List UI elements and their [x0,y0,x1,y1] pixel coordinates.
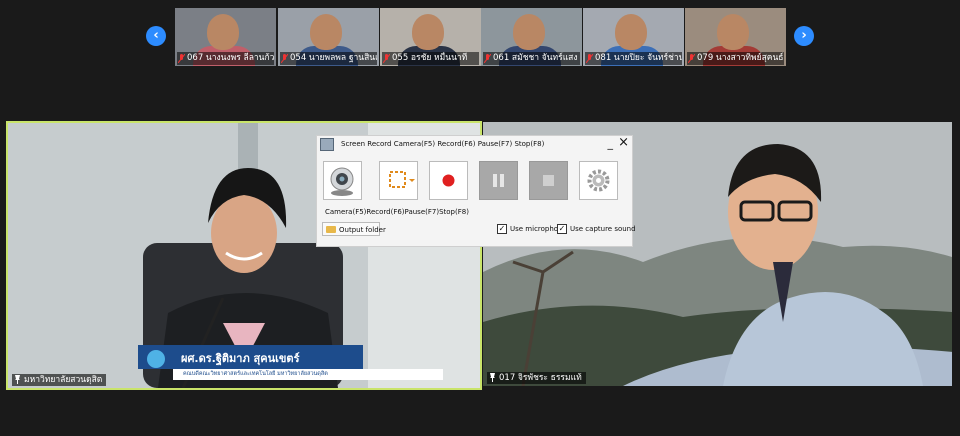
output-folder-button[interactable]: Output folder [322,222,386,236]
stop-button[interactable] [529,161,568,200]
muted-mic-icon [281,54,288,63]
record-icon [442,174,455,187]
participant-thumbnail[interactable]: 081 นายปิยะ จันทร์ช่าน ร... [583,8,684,66]
region-select-icon [389,171,415,188]
thumbnail-name-tag: 081 นายปิยะ จันทร์ช่าน ร... [585,52,682,65]
muted-mic-icon [383,54,390,63]
thumbnail-person-face [615,14,647,50]
hotkeys-text: Camera(F5)Record(F6)Pause(F7)Stop(F8) [325,208,469,216]
thumbnail-person-face [310,14,342,50]
gear-icon [587,169,610,192]
participant-thumbnail[interactable]: 067 นางนงพร ลีลานก้ว [175,8,276,66]
thumbnail-name-tag: 061 สมัชชา จันทร์แสง [483,52,580,65]
thumbnail-name-tag: 067 นางนงพร ลีลานก้ว [177,52,274,65]
use-capture-sound-checkbox[interactable]: ✓ Use capture sound [557,224,636,234]
thumbnail-person-face [513,14,545,50]
participant-strip: 067 นางนงพร ลีลานก้ว 054 นายพลพล ฐานสินเพ… [175,8,787,66]
muted-mic-icon [688,54,695,63]
participant-thumbnail[interactable]: 079 นางสาวทิพย์สุคนธ์ ไ... [685,8,786,66]
thumbnail-name: 079 นางสาวทิพย์สุคนธ์ ไ... [697,53,784,63]
muted-mic-icon [586,54,593,63]
checkbox-check-icon: ✓ [557,224,567,234]
select-region-button[interactable] [379,161,418,200]
folder-icon [326,226,336,233]
use-capture-sound-label: Use capture sound [570,225,636,233]
checkbox-check-icon: ✓ [497,224,507,234]
thumbnail-name: 067 นางนงพร ลีลานก้ว [187,53,274,63]
thumbnail-name: 054 นายพลพล ฐานสินเพิ่ม [290,53,377,63]
output-folder-label: Output folder [339,226,386,234]
thumbnail-name-tag: 079 นางสาวทิพย์สุคนธ์ ไ... [687,52,784,65]
thumbnail-name: 055 อรชัย หมื่นนาที [392,53,468,63]
next-page-button[interactable]: › [794,26,814,46]
webcam-icon [330,167,354,196]
thumbnail-person-face [717,14,749,50]
close-button[interactable]: × [618,135,629,150]
participant-thumbnail[interactable]: 054 นายพลพล ฐานสินเพิ่ม [278,8,379,66]
thumbnail-name-tag: 055 อรชัย หมื่นนาที [382,52,479,65]
pause-button[interactable] [479,161,518,200]
minimize-button[interactable]: _ [608,137,614,150]
muted-mic-icon [178,54,185,63]
pause-icon [493,174,504,187]
camera-app-icon [320,138,334,151]
screen-record-dialog: Screen Record Camera(F5) Record(F6) Paus… [316,135,636,247]
speaker-caption-name: ผศ.ดร.ฐิติมาภ สุคนเขตร์ [181,352,300,365]
record-button[interactable] [429,161,468,200]
muted-mic-icon [484,54,491,63]
participant-thumbnail[interactable]: 055 อรชัย หมื่นนาที [380,8,481,66]
speaker-caption-subtitle: คณบดีคณะวิทยาศาสตร์และเทคโนโลยี มหาวิทยา… [183,371,328,377]
thumbnail-person-face [207,14,239,50]
pin-icon [15,375,20,384]
participant-name: มหาวิทยาลัยสวนดุสิต [24,375,103,385]
thumbnail-name: 081 นายปิยะ จันทร์ช่าน ร... [595,53,682,63]
dialog-titlebar[interactable]: Screen Record Camera(F5) Record(F6) Paus… [317,135,632,152]
pin-icon [490,373,495,382]
participant-name: 017 จิรพัชระ ธรรมแท้ [499,373,582,383]
prev-page-button[interactable]: ‹ [146,26,166,46]
camera-button[interactable] [323,161,362,200]
participant-name-tag: มหาวิทยาลัยสวนดุสิต [12,374,107,386]
participant-thumbnail[interactable]: 061 สมัชชา จันทร์แสง [481,8,582,66]
thumbnail-person-face [412,14,444,50]
settings-button[interactable] [579,161,618,200]
stop-icon [543,175,554,186]
thumbnail-name: 061 สมัชชา จันทร์แสง [493,53,578,63]
thumbnail-name-tag: 054 นายพลพล ฐานสินเพิ่ม [280,52,377,65]
participant-name-tag: 017 จิรพัชระ ธรรมแท้ [487,372,586,384]
dialog-title: Screen Record Camera(F5) Record(F6) Paus… [341,140,545,148]
